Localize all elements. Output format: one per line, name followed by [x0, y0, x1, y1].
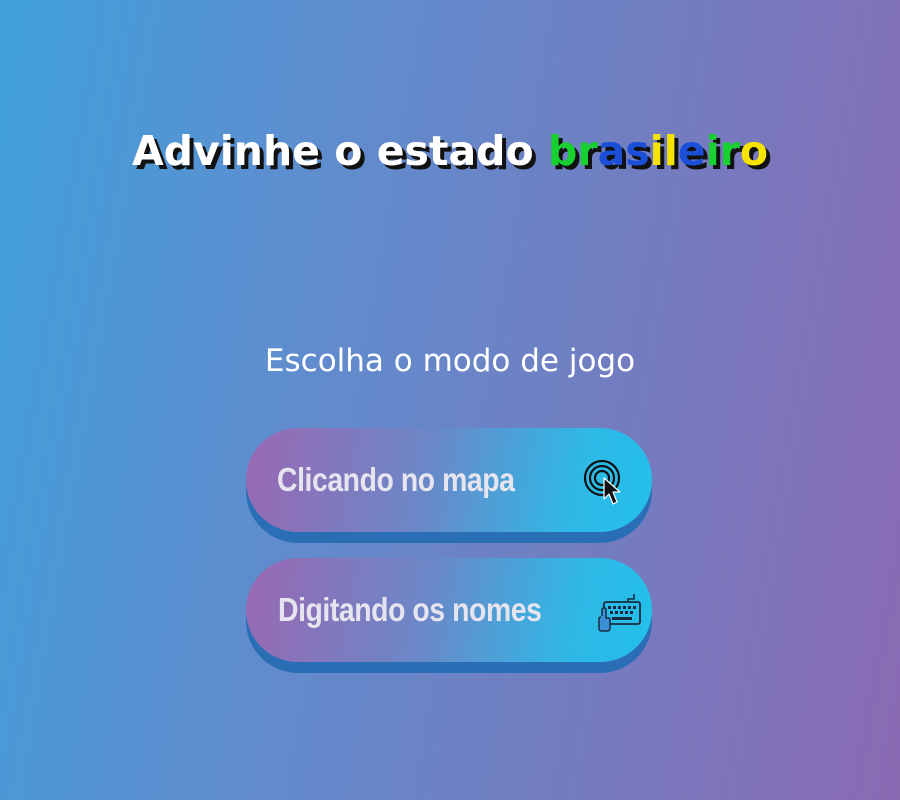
title-highlight-letter: b [547, 127, 578, 176]
title-highlight-letter: s [625, 127, 650, 176]
title-highlight-letter: r [577, 127, 598, 176]
title-highlight-letter: i [649, 127, 664, 176]
title-highlight-letter: e [677, 127, 706, 176]
page-title: Advinhe o estado brasileiro [0, 127, 900, 175]
type-names-mode-label: Digitando os nomes [278, 591, 542, 628]
title-highlight: brasileiro [548, 127, 768, 175]
title-highlight-letter: o [739, 127, 769, 176]
mode-selection-heading: Escolha o modo de jogo [264, 343, 636, 379]
type-names-mode-button[interactable]: Digitando os nomes [246, 558, 652, 662]
title-highlight-letter: a [597, 127, 626, 176]
click-map-mode-button[interactable]: Clicando no mapa [246, 428, 652, 532]
click-cursor-icon [583, 459, 621, 505]
title-highlight-letter: r [719, 127, 740, 176]
title-prefix: Advinhe o estado [131, 127, 548, 176]
click-map-mode-label: Clicando no mapa [277, 461, 515, 498]
title-highlight-letter: l [663, 127, 678, 176]
title-highlight-letter: i [705, 127, 720, 176]
keyboard-icon [598, 594, 641, 632]
